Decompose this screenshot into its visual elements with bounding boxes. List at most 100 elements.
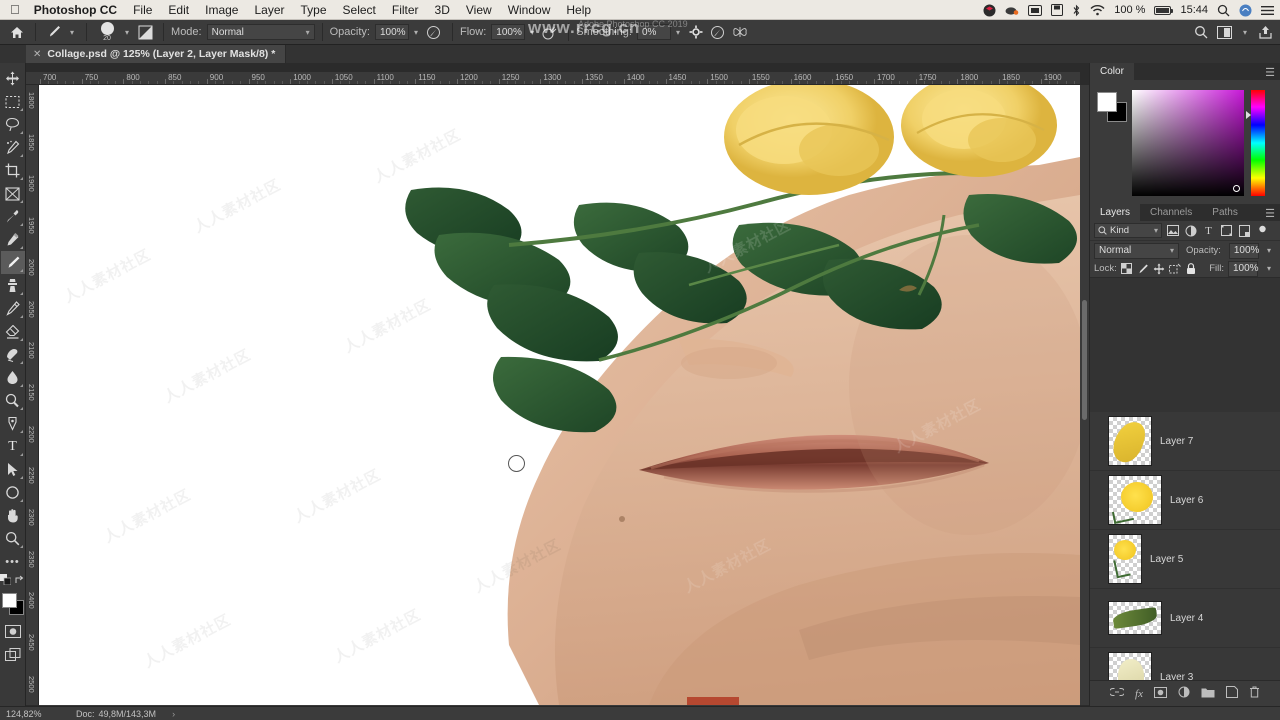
battery-icon[interactable] [1154,5,1174,15]
hand-tool[interactable] [1,504,25,527]
close-icon[interactable]: ✕ [33,49,41,60]
canvas-area[interactable]: 人人素材社区 人人素材社区 人人素材社区 人人素材社区 人人素材社区 人人素材社… [39,85,1080,705]
layer-opacity-chevron-down-icon[interactable]: ▾ [1262,246,1276,255]
color-swatches[interactable] [1097,92,1127,122]
menu-view[interactable]: View [466,3,492,17]
table-row[interactable]: Layer 7 [1090,412,1280,471]
layer-style-icon[interactable]: fx [1135,688,1143,700]
frame-tool[interactable] [1,182,25,205]
document-tab[interactable]: ✕ Collage.psd @ 125% (Layer 2, Layer Mas… [26,45,287,63]
table-row[interactable]: Layer 6 [1090,471,1280,530]
cloud-icon[interactable] [1005,4,1019,16]
clone-stamp-tool[interactable] [1,274,25,297]
siri-icon[interactable] [1239,4,1252,17]
quick-mask-icon[interactable] [1,620,25,643]
brush-size-preview[interactable]: 20 [94,21,120,43]
quick-selection-tool[interactable] [1,136,25,159]
pen-tool[interactable] [1,412,25,435]
foreground-background-color-swatches[interactable] [1,592,25,616]
crop-tool[interactable] [1,159,25,182]
smart-object-filter-icon[interactable] [1237,223,1252,238]
layer-fill-chevron-down-icon[interactable]: ▾ [1262,264,1276,273]
pressure-opacity-icon[interactable] [423,22,445,42]
table-row[interactable]: Layer 5 [1090,530,1280,589]
tab-color[interactable]: Color [1090,63,1134,80]
type-filter-icon[interactable]: T [1201,223,1216,238]
menu-edit[interactable]: Edit [168,3,189,17]
swap-colors-icon[interactable] [15,575,25,588]
bluetooth-icon[interactable] [1072,4,1081,17]
eraser-tool[interactable] [1,320,25,343]
type-tool[interactable]: T [1,435,25,458]
brush-preset-chevron-down-icon[interactable]: ▾ [120,28,134,37]
menu-image[interactable]: Image [205,3,238,17]
layer-thumbnail[interactable] [1108,534,1142,584]
delete-layer-icon[interactable] [1249,686,1260,701]
eyedropper-tool[interactable] [1,205,25,228]
flow-input[interactable]: 100% [491,24,526,40]
gear-icon[interactable] [685,22,707,42]
layer-opacity-input[interactable]: 100% [1228,242,1259,259]
foreground-color-swatch[interactable] [1097,92,1117,112]
menu-select[interactable]: Select [343,3,376,17]
spot-healing-brush-tool[interactable] [1,228,25,251]
blend-mode-select[interactable]: Normal ▾ [206,24,315,40]
tab-layers[interactable]: Layers [1090,204,1141,221]
color-picker-handle[interactable] [1233,185,1240,192]
app-name-photoshop[interactable]: Photoshop CC [34,3,117,17]
share-icon[interactable] [1254,22,1276,42]
new-layer-icon[interactable] [1225,686,1238,701]
brush-tool[interactable] [0,251,25,274]
adjustment-layer-icon[interactable] [1178,686,1190,701]
pixel-filter-icon[interactable] [1165,223,1180,238]
save-icon[interactable] [1051,4,1064,16]
layer-thumbnail[interactable] [1108,416,1152,466]
color-picker-field[interactable] [1132,90,1244,196]
tool-preset-chevron-down-icon[interactable]: ▾ [65,28,79,37]
history-brush-tool[interactable] [1,297,25,320]
lock-image-icon[interactable] [1137,261,1149,276]
list-icon[interactable] [1261,5,1274,16]
table-row[interactable]: Layer 3 [1090,648,1280,680]
gradient-tool[interactable] [1,343,25,366]
scrollbar-thumb[interactable] [1082,300,1087,420]
zoom-tool[interactable] [1,527,25,550]
hue-slider[interactable] [1251,90,1265,196]
edit-toolbar-button[interactable]: ••• [1,550,25,573]
apple-icon[interactable]:  [10,2,20,17]
layer-blend-mode-select[interactable]: Normal ▾ [1094,242,1179,259]
menu-help[interactable]: Help [566,3,591,17]
menu-filter[interactable]: Filter [392,3,419,17]
brush-tool-icon[interactable] [43,22,65,42]
layer-mask-icon[interactable] [1153,686,1167,701]
layer-thumbnail[interactable] [1108,652,1152,680]
move-tool[interactable] [1,67,25,90]
filter-kind-select[interactable]: Kind ▾ [1094,223,1162,238]
screen-mode-icon[interactable] [1,643,25,666]
ellipse-tool[interactable] [1,481,25,504]
layer-fill-input[interactable]: 100% [1227,260,1259,277]
lasso-tool[interactable] [1,113,25,136]
lock-position-icon[interactable] [1153,261,1165,276]
zoom-level[interactable]: 124,82% [6,709,74,719]
home-icon[interactable] [6,22,28,42]
layer-name[interactable]: Layer 6 [1170,495,1203,506]
wifi-icon[interactable] [1090,4,1105,16]
blur-tool[interactable] [1,366,25,389]
dropbox-icon[interactable] [983,4,996,17]
pressure-size-icon[interactable] [707,22,729,42]
panel-menu-icon[interactable]: ☰ [1265,66,1275,79]
path-selection-tool[interactable] [1,458,25,481]
rectangular-marquee-tool[interactable] [1,90,25,113]
layer-thumbnail[interactable] [1108,601,1162,635]
lock-artboard-icon[interactable] [1169,261,1181,276]
layer-name[interactable]: Layer 5 [1150,554,1183,565]
workspace-chevron-down-icon[interactable]: ▾ [1238,28,1252,37]
tab-paths[interactable]: Paths [1202,204,1248,221]
status-expand-arrow[interactable]: › [172,709,175,719]
search-icon[interactable] [1217,4,1230,17]
layer-name[interactable]: Layer 7 [1160,436,1193,447]
layer-name[interactable]: Layer 4 [1170,613,1203,624]
menu-file[interactable]: File [133,3,152,17]
foreground-color-swatch[interactable] [1,593,17,608]
